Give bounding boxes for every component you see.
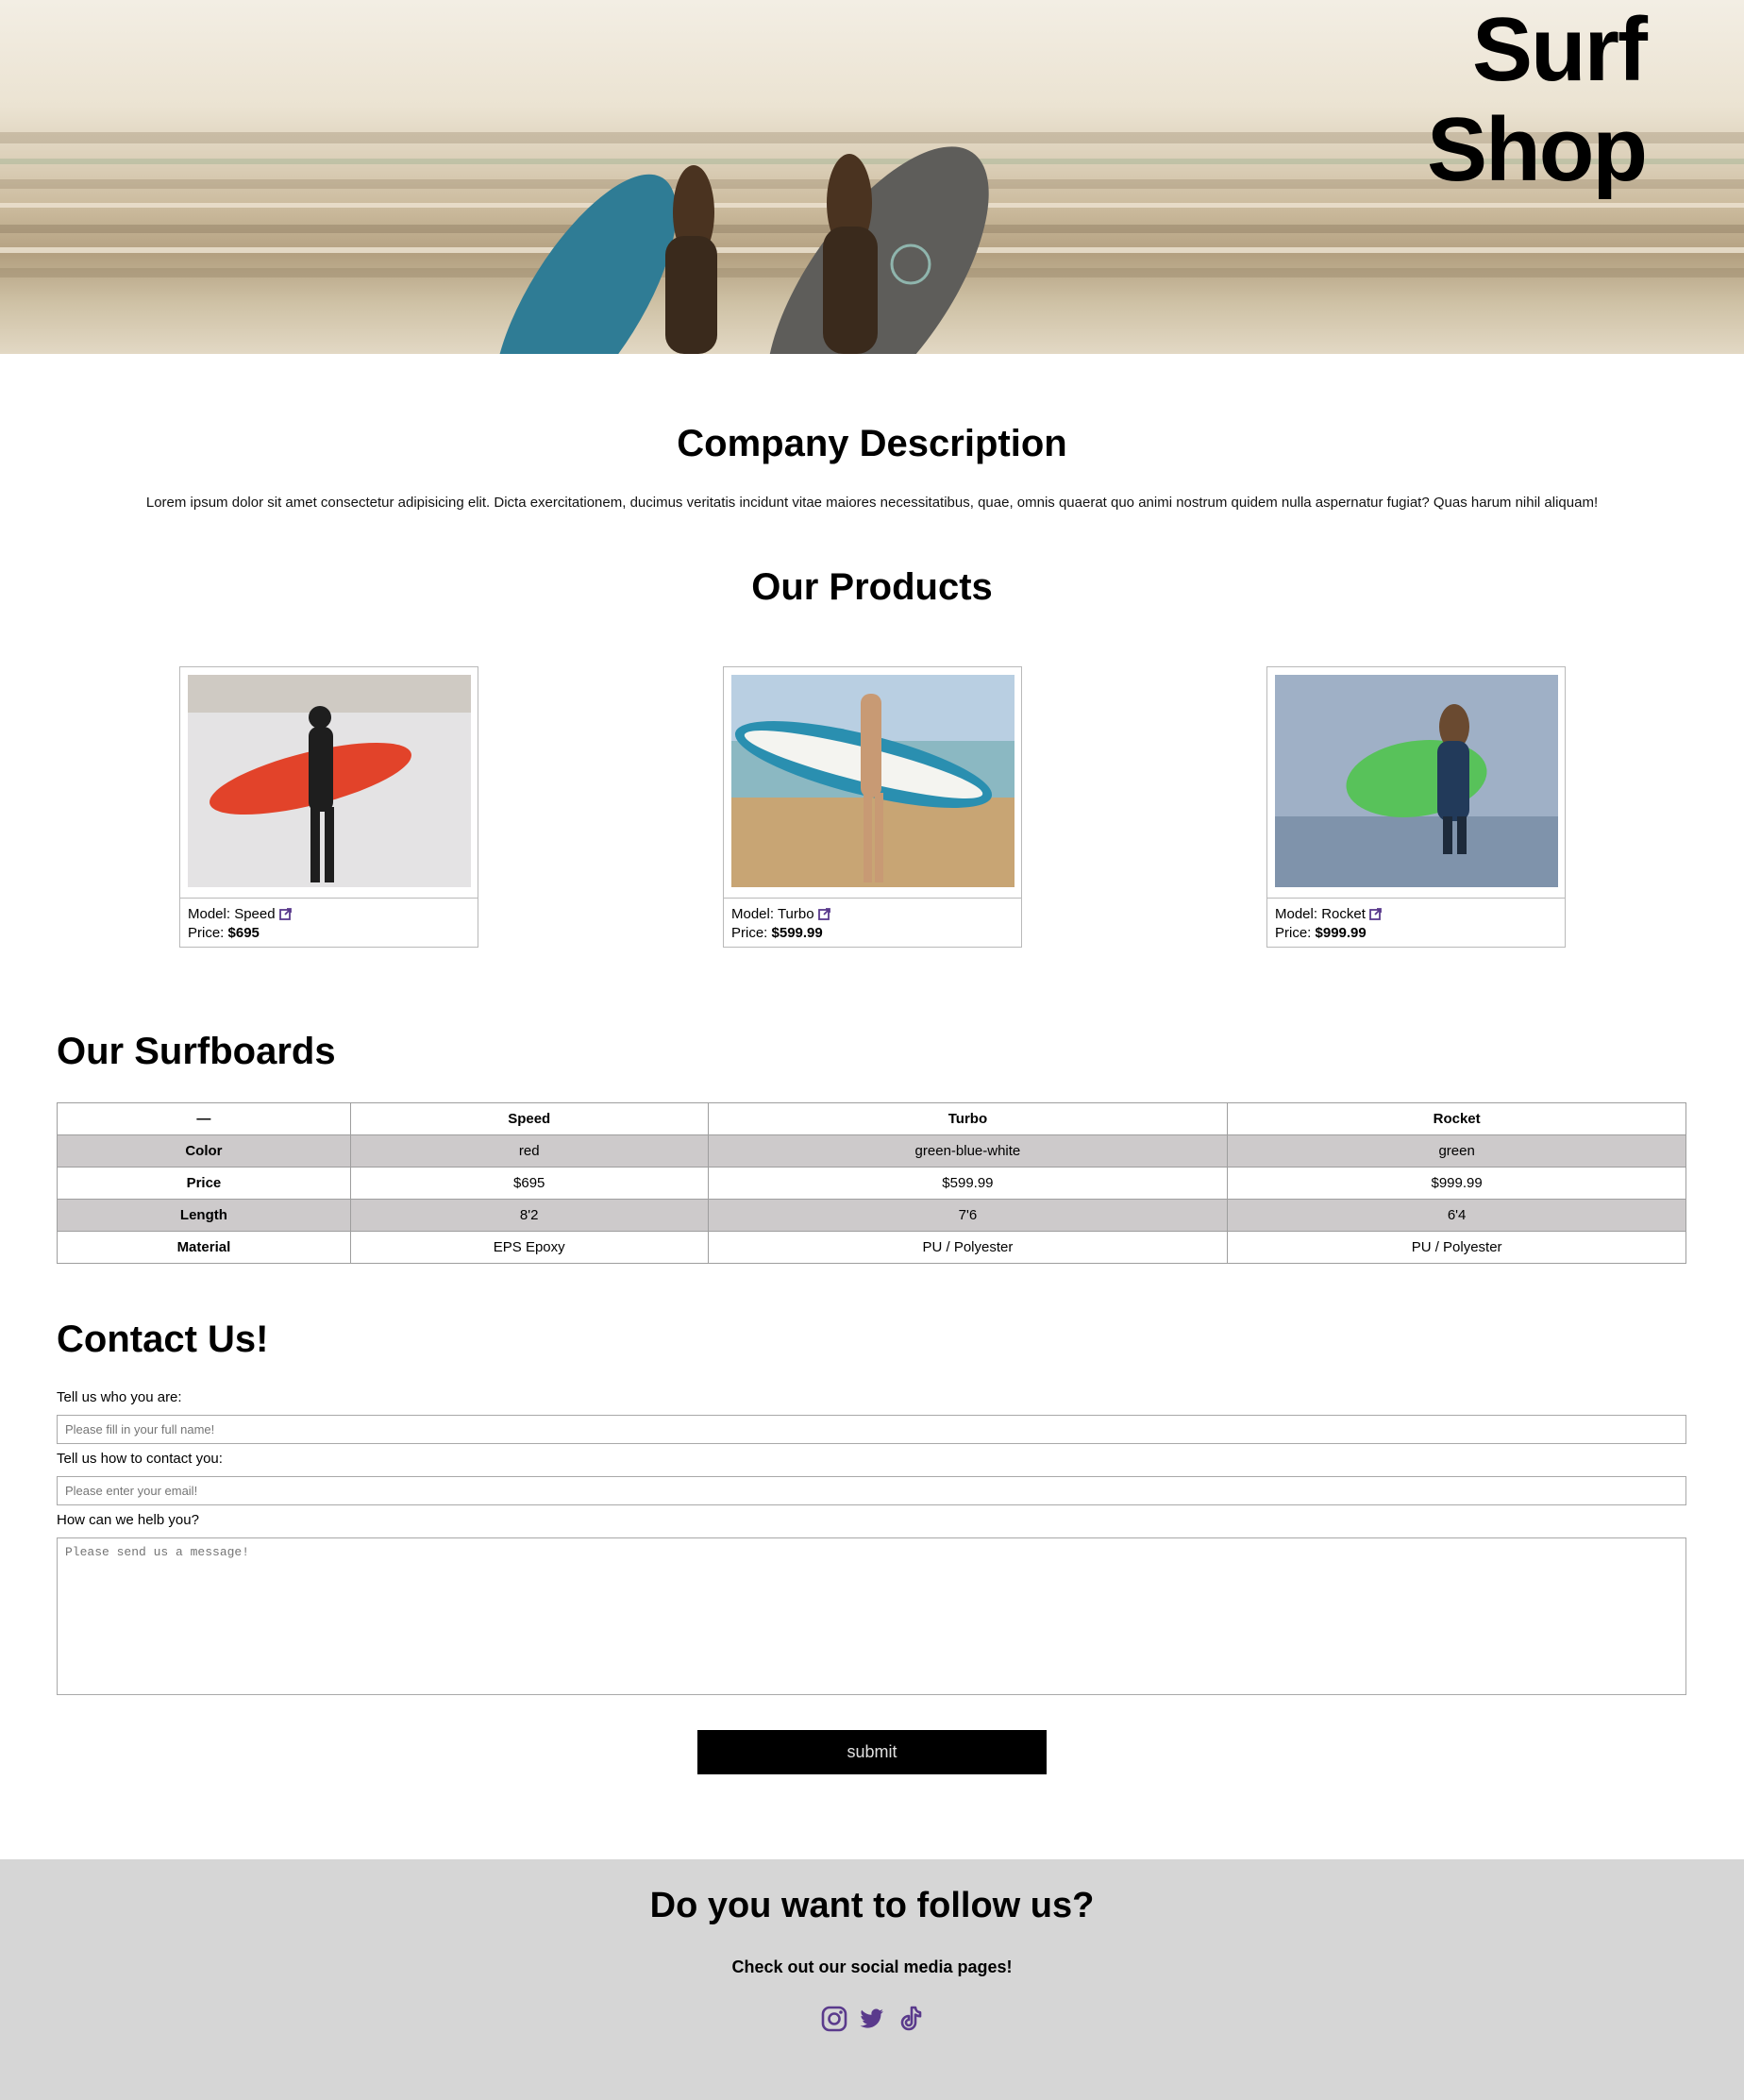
product-meta-rocket: Model: Rocket Price: $999.99 xyxy=(1275,906,1382,942)
row-label: Length xyxy=(57,1199,351,1232)
product-card-rocket: Model: Rocket Price: $999.99 xyxy=(1266,666,1566,948)
model-prefix: Model: xyxy=(188,906,231,922)
contact-heading: Contact Us! xyxy=(57,1319,269,1360)
table-row: Color red green-blue-white green xyxy=(57,1134,1686,1168)
table-cell: $999.99 xyxy=(1227,1167,1686,1200)
products-heading: Our Products xyxy=(751,566,993,608)
message-textarea[interactable] xyxy=(57,1537,1686,1695)
table-cell: green-blue-white xyxy=(707,1134,1229,1168)
external-link-icon[interactable] xyxy=(1368,908,1382,925)
model-prefix: Model: xyxy=(1275,906,1318,922)
footer-subtext: Check out our social media pages! xyxy=(731,1957,1013,1976)
product-meta-speed: Model: Speed Price: $695 xyxy=(188,906,292,942)
model-name-speed: Speed xyxy=(234,906,276,922)
product-card-turbo: Model: Turbo Price: $599.99 xyxy=(723,666,1022,948)
email-label: Tell us how to contact you: xyxy=(57,1451,223,1467)
message-label: How can we helb you? xyxy=(57,1512,199,1528)
product-image-turbo xyxy=(731,675,1015,887)
price-prefix: Price: xyxy=(1275,925,1312,941)
table-cell: 7'6 xyxy=(707,1199,1229,1232)
price-prefix: Price: xyxy=(731,925,768,941)
table-cell: EPS Epoxy xyxy=(349,1231,709,1264)
row-label: Material xyxy=(57,1231,351,1264)
product-meta-turbo: Model: Turbo Price: $599.99 xyxy=(731,906,830,942)
footer: Do you want to follow us? Check out our … xyxy=(0,1859,1744,2100)
table-header-cell: Speed xyxy=(349,1102,709,1135)
footer-heading: Do you want to follow us? xyxy=(649,1886,1095,1925)
table-header-cell: — xyxy=(57,1102,351,1135)
model-name-rocket: Rocket xyxy=(1321,906,1366,922)
table-cell: red xyxy=(349,1134,709,1168)
twitter-icon[interactable] xyxy=(858,2005,886,2033)
company-heading: Company Description xyxy=(677,423,1067,464)
submit-button[interactable]: submit xyxy=(697,1730,1047,1774)
site-title-line-2: Shop xyxy=(1427,99,1648,200)
table-cell: $599.99 xyxy=(707,1167,1229,1200)
table-row: Price $695 $599.99 $999.99 xyxy=(57,1167,1686,1200)
hero-banner: Surf Shop xyxy=(0,0,1744,354)
price-rocket: $999.99 xyxy=(1315,925,1367,941)
price-turbo: $599.99 xyxy=(771,925,823,941)
table-cell: PU / Polyester xyxy=(707,1231,1229,1264)
surfboards-table: — Speed Turbo Rocket Color red green-blu… xyxy=(57,1102,1686,1264)
external-link-icon[interactable] xyxy=(278,908,292,925)
price-prefix: Price: xyxy=(188,925,225,941)
site-title: Surf Shop xyxy=(1427,0,1648,200)
full-name-input[interactable] xyxy=(57,1415,1686,1444)
table-row: Material EPS Epoxy PU / Polyester PU / P… xyxy=(57,1231,1686,1264)
table-header-cell: Turbo xyxy=(707,1102,1229,1135)
card-divider xyxy=(724,898,1021,899)
company-description: Lorem ipsum dolor sit amet consectetur a… xyxy=(145,495,1599,511)
table-header-row: — Speed Turbo Rocket xyxy=(57,1102,1686,1135)
name-label: Tell us who you are: xyxy=(57,1389,182,1405)
product-image-rocket xyxy=(1275,675,1558,887)
row-label: Price xyxy=(57,1167,351,1200)
card-divider xyxy=(180,898,478,899)
table-row: Length 8'2 7'6 6'4 xyxy=(57,1199,1686,1232)
model-name-turbo: Turbo xyxy=(777,906,814,922)
table-cell: green xyxy=(1227,1134,1686,1168)
table-cell: $695 xyxy=(349,1167,709,1200)
price-speed: $695 xyxy=(227,925,260,941)
external-link-icon[interactable] xyxy=(817,908,830,925)
card-divider xyxy=(1267,898,1565,899)
table-header-cell: Rocket xyxy=(1227,1102,1686,1135)
table-cell: PU / Polyester xyxy=(1227,1231,1686,1264)
tiktok-icon[interactable] xyxy=(896,2005,924,2033)
instagram-icon[interactable] xyxy=(820,2005,848,2033)
email-input[interactable] xyxy=(57,1476,1686,1505)
model-prefix: Model: xyxy=(731,906,775,922)
site-title-line-1: Surf xyxy=(1472,0,1648,100)
table-cell: 6'4 xyxy=(1227,1199,1686,1232)
row-label: Color xyxy=(57,1134,351,1168)
product-image-speed xyxy=(188,675,471,887)
social-links xyxy=(820,2003,924,2035)
surfboards-heading: Our Surfboards xyxy=(57,1031,336,1072)
product-card-speed: Model: Speed Price: $695 xyxy=(179,666,478,948)
table-cell: 8'2 xyxy=(349,1199,709,1232)
